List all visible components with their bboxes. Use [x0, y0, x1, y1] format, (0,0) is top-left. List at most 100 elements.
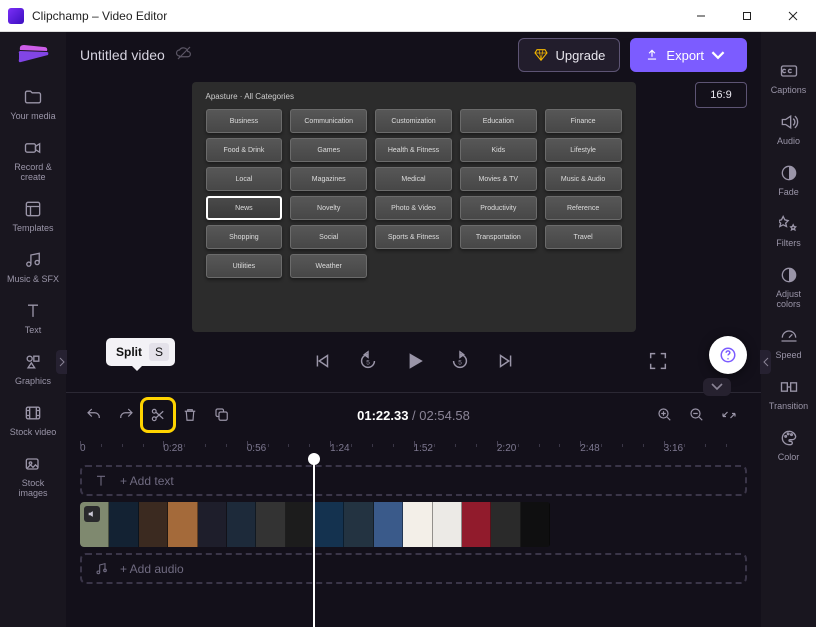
skip-start-button[interactable] — [305, 344, 339, 378]
maximize-button[interactable] — [724, 0, 770, 32]
timeline-tracks[interactable]: + Add text + Add audio — [66, 459, 761, 627]
preview-category-tile: Music & Audio — [545, 167, 622, 191]
expand-right-panel-button[interactable] — [760, 350, 771, 374]
preview-category-tile: Movies & TV — [460, 167, 537, 191]
sidebar-item-label: Music & SFX — [7, 274, 59, 284]
preview-category-tile: Finance — [545, 109, 622, 133]
project-name[interactable]: Untitled video — [80, 47, 165, 63]
text-icon — [92, 472, 110, 490]
preview-category-tile: Reference — [545, 196, 622, 220]
right-sidebar: Captions Audio Fade Filters Adjust color… — [761, 32, 816, 627]
minimize-button[interactable] — [678, 0, 724, 32]
panel-item-captions[interactable]: Captions — [762, 54, 816, 105]
panel-item-label: Filters — [776, 238, 801, 248]
sidebar-item-label: Record & create — [14, 162, 52, 182]
preview-category-tile: Productivity — [460, 196, 537, 220]
sidebar-item-label: Templates — [12, 223, 53, 233]
split-tooltip: SplitS — [106, 338, 175, 366]
top-header: Untitled video Upgrade Export — [66, 32, 761, 78]
preview-category-tile: Local — [206, 167, 283, 191]
sidebar-item-templates[interactable]: Templates — [1, 192, 65, 243]
sidebar-item-stock-images[interactable]: Stock images — [1, 447, 65, 508]
playback-controls: SplitS 5 5 — [66, 332, 761, 390]
fullscreen-button[interactable] — [641, 344, 675, 378]
export-button[interactable]: Export — [630, 38, 747, 72]
fit-timeline-button[interactable] — [715, 401, 743, 429]
aspect-ratio-button[interactable]: 16:9 — [695, 82, 747, 108]
transition-icon — [778, 376, 800, 398]
preview-category-tile: Education — [460, 109, 537, 133]
timecode: 01:22.33 / 02:54.58 — [357, 408, 470, 423]
sidebar-item-stock-video[interactable]: Stock video — [1, 396, 65, 447]
close-button[interactable] — [770, 0, 816, 32]
preview-stage: 16:9 Apasture · All Categories BusinessC… — [66, 78, 761, 392]
copy-button[interactable] — [208, 401, 236, 429]
panel-item-fade[interactable]: Fade — [762, 156, 816, 207]
redo-button[interactable] — [112, 401, 140, 429]
images-icon — [22, 453, 44, 475]
clip-thumbnail — [491, 502, 520, 547]
skip-end-button[interactable] — [489, 344, 523, 378]
forward-5-button[interactable]: 5 — [443, 344, 477, 378]
text-track-placeholder[interactable]: + Add text — [80, 465, 747, 496]
preview-category-tile: Customization — [375, 109, 452, 133]
help-button[interactable] — [709, 336, 747, 374]
chevron-down-icon — [711, 48, 725, 62]
split-button[interactable] — [144, 401, 172, 429]
preview-heading: Apasture · All Categories — [206, 92, 622, 101]
ruler-tick: 1:24 — [330, 443, 413, 454]
clip-thumbnail — [403, 502, 432, 547]
clip-thumbnail — [286, 502, 315, 547]
ruler-tick: 1:52 — [414, 443, 497, 454]
panel-item-filters[interactable]: Filters — [762, 207, 816, 258]
speaker-icon[interactable] — [84, 506, 100, 522]
sidebar-item-record-create[interactable]: Record & create — [1, 131, 65, 192]
music-icon — [92, 560, 110, 578]
upload-icon — [645, 48, 659, 62]
app-logo-icon — [15, 40, 51, 68]
cloud-sync-off-icon[interactable] — [175, 44, 193, 67]
fade-icon — [778, 162, 800, 184]
clip-thumbnail — [521, 502, 550, 547]
music-icon — [22, 249, 44, 271]
undo-button[interactable] — [80, 401, 108, 429]
clip-thumbnail — [168, 502, 197, 547]
speaker-icon — [778, 111, 800, 133]
preview-category-tile: News — [206, 196, 283, 220]
preview-category-tile: Health & Fitness — [375, 138, 452, 162]
text-icon — [22, 300, 44, 322]
panel-item-label: Adjust colors — [776, 289, 801, 309]
panel-item-adjust-colors[interactable]: Adjust colors — [762, 258, 816, 319]
preview-category-tile: Utilities — [206, 254, 283, 278]
clip-thumbnail — [109, 502, 138, 547]
panel-item-color[interactable]: Color — [762, 421, 816, 472]
panel-item-audio[interactable]: Audio — [762, 105, 816, 156]
clipchamp-logo-icon — [8, 8, 24, 24]
diamond-icon — [533, 47, 549, 63]
video-track[interactable] — [80, 502, 747, 547]
play-button[interactable] — [397, 344, 431, 378]
rewind-5-button[interactable]: 5 — [351, 344, 385, 378]
audio-track-placeholder[interactable]: + Add audio — [80, 553, 747, 584]
timeline: 01:22.33 / 02:54.58 00:280:561:241:522:2… — [66, 392, 761, 627]
window-title: Clipchamp – Video Editor — [32, 9, 678, 23]
timeline-ruler[interactable]: 00:280:561:241:522:202:483:16 — [66, 437, 761, 459]
panel-item-transition[interactable]: Transition — [762, 370, 816, 421]
clip-thumbnail — [433, 502, 462, 547]
sidebar-item-your-media[interactable]: Your media — [1, 80, 65, 131]
svg-text:5: 5 — [366, 360, 370, 367]
left-sidebar: Your media Record & create Templates Mus… — [0, 32, 66, 627]
sidebar-item-music-sfx[interactable]: Music & SFX — [1, 243, 65, 294]
sidebar-item-label: Your media — [10, 111, 55, 121]
video-preview[interactable]: Apasture · All Categories BusinessCommun… — [192, 82, 636, 332]
zoom-in-button[interactable] — [651, 401, 679, 429]
zoom-out-button[interactable] — [683, 401, 711, 429]
upgrade-button[interactable]: Upgrade — [518, 38, 621, 72]
sidebar-item-label: Stock images — [18, 478, 47, 498]
panel-item-label: Speed — [775, 350, 801, 360]
upgrade-label: Upgrade — [556, 48, 606, 63]
preview-category-tile: Travel — [545, 225, 622, 249]
delete-button[interactable] — [176, 401, 204, 429]
sidebar-item-text[interactable]: Text — [1, 294, 65, 345]
preview-category-tile: Magazines — [290, 167, 367, 191]
